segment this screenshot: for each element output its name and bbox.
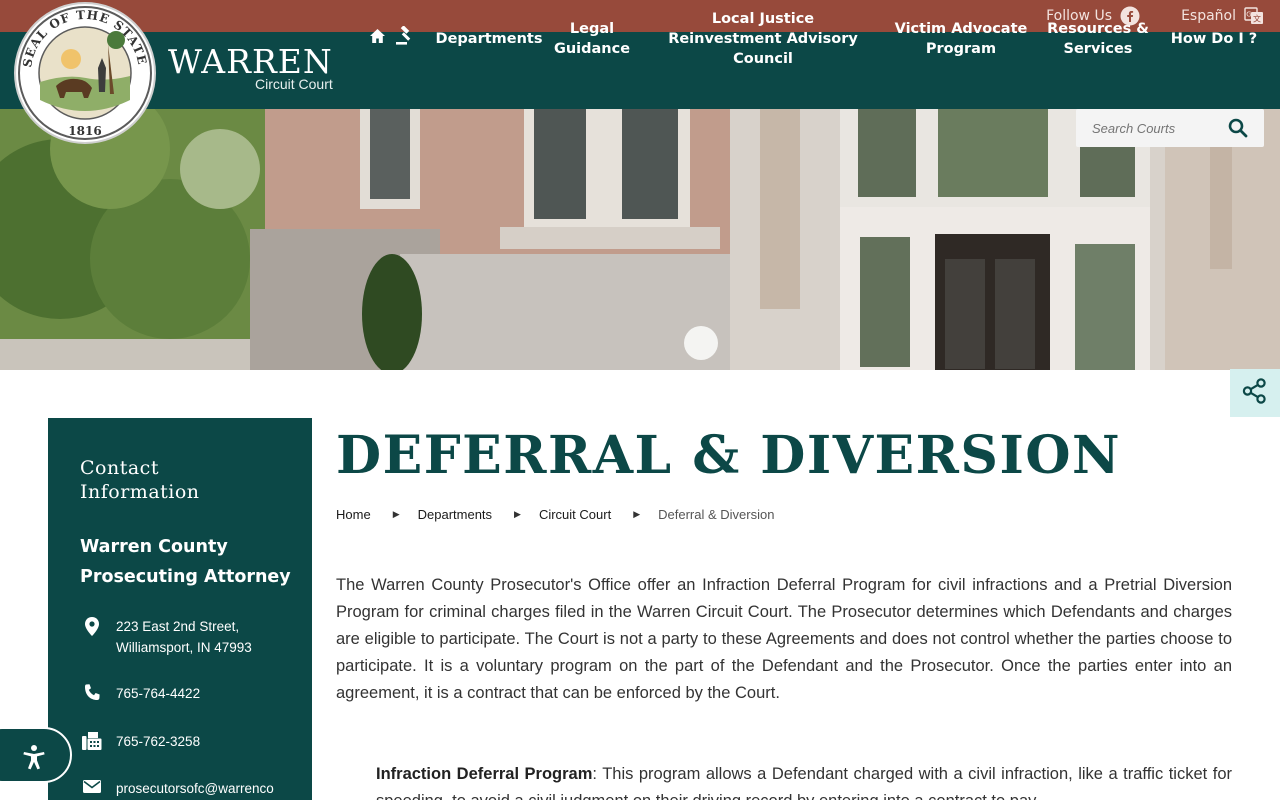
contact-sidebar: Contact Information Warren County Prosec… bbox=[48, 418, 312, 800]
hero-courthouse-image bbox=[0, 109, 1280, 370]
page-title: DEFERRAL & DIVERSION bbox=[336, 425, 1122, 486]
accessibility-button[interactable] bbox=[0, 727, 72, 783]
nav-local-justice-council[interactable]: Local Justice Reinvestment Advisory Coun… bbox=[654, 0, 872, 77]
breadcrumb-circuit-court[interactable]: Circuit Court bbox=[539, 507, 611, 522]
breadcrumb-home[interactable]: Home bbox=[336, 507, 371, 522]
accessibility-icon bbox=[20, 743, 48, 775]
home-nav-button[interactable] bbox=[366, 0, 388, 77]
nav-how-do-i[interactable]: How Do I ? bbox=[1162, 0, 1266, 77]
fax-icon bbox=[80, 731, 104, 751]
breadcrumb-departments[interactable]: Departments bbox=[418, 507, 492, 522]
contact-email[interactable]: prosecutorsofc@warrenco bbox=[80, 778, 300, 799]
home-icon bbox=[369, 28, 386, 50]
phone-icon bbox=[80, 683, 104, 703]
nav-legal-guidance[interactable]: Legal Guidance bbox=[548, 0, 636, 77]
svg-text:1816: 1816 bbox=[68, 124, 101, 138]
breadcrumb: Home ▶ Departments ▶ Circuit Court ▶ Def… bbox=[336, 504, 774, 524]
breadcrumb-separator-icon: ▶ bbox=[392, 508, 400, 519]
court-nav-button[interactable] bbox=[392, 0, 418, 77]
state-seal-logo[interactable]: SEAL OF THE STATE OF INDIANA 1816 bbox=[10, 0, 156, 144]
email-address[interactable]: prosecutorsofc@warrenco bbox=[116, 778, 274, 799]
address-line-2: Williamsport, IN 47993 bbox=[116, 640, 252, 655]
fax-number: 765-762-3258 bbox=[116, 734, 201, 749]
search-icon[interactable] bbox=[1228, 118, 1248, 142]
nav-resources-services[interactable]: Resources & Services bbox=[1046, 0, 1150, 77]
contact-address: 223 East 2nd Street, Williamsport, IN 47… bbox=[80, 616, 300, 658]
search-box bbox=[1076, 109, 1264, 147]
program-paragraph: Infraction Deferral Program: This progra… bbox=[376, 761, 1232, 800]
address-line-1: 223 East 2nd Street, bbox=[116, 619, 240, 634]
breadcrumb-separator-icon: ▶ bbox=[633, 508, 641, 519]
program-label: Infraction Deferral Program bbox=[376, 765, 593, 783]
site-brand[interactable]: WARREN Circuit Court bbox=[168, 42, 333, 93]
share-button[interactable] bbox=[1230, 369, 1280, 417]
location-pin-icon bbox=[80, 616, 104, 638]
contact-organization: Warren County Prosecuting Attorney bbox=[80, 537, 291, 587]
nav-victim-advocate[interactable]: Victim Advocate Program bbox=[890, 0, 1032, 77]
search-input[interactable] bbox=[1092, 120, 1222, 136]
intro-paragraph: The Warren County Prosecutor's Office of… bbox=[336, 576, 1232, 702]
nav-departments[interactable]: Departments bbox=[436, 0, 543, 77]
sidebar-heading: Contact Information bbox=[80, 457, 200, 503]
email-icon bbox=[80, 778, 104, 794]
contact-phone[interactable]: 765-764-4422 bbox=[80, 683, 300, 704]
breadcrumb-separator-icon: ▶ bbox=[514, 508, 521, 519]
gavel-icon bbox=[395, 24, 415, 52]
brand-name: WARREN bbox=[168, 42, 333, 81]
phone-number[interactable]: 765-764-4422 bbox=[116, 683, 200, 704]
contact-fax: 765-762-3258 bbox=[80, 731, 300, 752]
breadcrumb-current: Deferral & Diversion bbox=[658, 506, 775, 522]
share-icon bbox=[1241, 377, 1269, 409]
